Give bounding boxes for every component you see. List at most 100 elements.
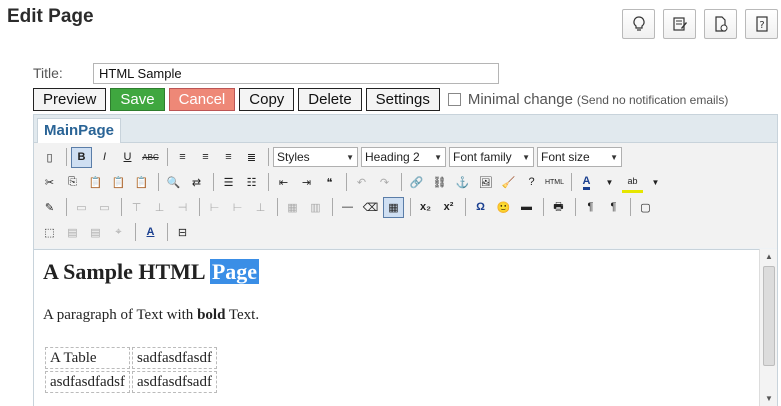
insert-row-before-icon[interactable]: ⊤: [126, 197, 147, 218]
emoticon-icon[interactable]: 🙂: [493, 197, 514, 218]
align-center-icon[interactable]: ≡: [195, 147, 216, 168]
undo-icon[interactable]: ↶: [351, 172, 372, 193]
paste-word-icon[interactable]: 📋: [131, 172, 152, 193]
wysiwyg-editor: MainPage ▯ B I U ABC ≡ ≡ ≡ ≣ Styles ▼ Hea…: [33, 114, 778, 406]
format-select[interactable]: Heading 2 ▼: [361, 147, 446, 167]
text-color-dropdown-icon[interactable]: ▼: [599, 172, 620, 193]
minimal-change-note: (Send no notification emails): [576, 92, 729, 107]
table-row: asdfasdfadsf asdfasdfsadf: [45, 371, 217, 393]
content-table: A Table sadfasdfasdf asdfasdfadsf asdfas…: [43, 345, 219, 395]
image-icon[interactable]: 🖼: [475, 172, 496, 193]
merge-cells-icon[interactable]: ▥: [305, 197, 326, 218]
font-size-select[interactable]: Font size ▼: [537, 147, 622, 167]
document-settings-icon[interactable]: [704, 9, 737, 39]
insert-col-before-icon[interactable]: ⊢: [204, 197, 225, 218]
move-forward-icon[interactable]: ▤: [62, 222, 83, 243]
delete-row-icon[interactable]: ⊣: [172, 197, 193, 218]
action-button-row: Preview Save Cancel Copy Delete Settings…: [33, 88, 728, 111]
remove-format-icon[interactable]: ⌫: [360, 197, 381, 218]
indent-icon[interactable]: ⇥: [296, 172, 317, 193]
horizontal-rule-icon[interactable]: —: [337, 197, 358, 218]
edit-css-icon[interactable]: ✎: [39, 197, 60, 218]
settings-button[interactable]: Settings: [365, 88, 440, 111]
help-editor-icon[interactable]: ?: [521, 172, 542, 193]
superscript-icon[interactable]: x²: [438, 197, 459, 218]
align-left-icon[interactable]: ≡: [172, 147, 193, 168]
paste-icon[interactable]: 📋: [85, 172, 106, 193]
cell-props-icon[interactable]: ▭: [94, 197, 115, 218]
table-cell: sadfasdfasdf: [131, 347, 217, 369]
visual-aid-icon[interactable]: ▦: [383, 196, 404, 218]
print-icon[interactable]: 🖶: [548, 197, 569, 218]
replace-icon[interactable]: ⇄: [186, 172, 207, 193]
styles-select[interactable]: Styles ▼: [273, 147, 358, 167]
text-color-icon[interactable]: A: [576, 172, 597, 193]
align-right-icon[interactable]: ≡: [218, 147, 239, 168]
table-cell: asdfasdfadsf: [45, 371, 130, 393]
lightbulb-icon[interactable]: [622, 9, 655, 39]
table-row: A Table sadfasdfasdf: [45, 347, 217, 369]
style-props-icon[interactable]: A: [140, 222, 161, 243]
editor-scrollbar[interactable]: ▲ ▼: [759, 249, 777, 406]
content-paragraph: A paragraph of Text with bold Text.: [43, 307, 260, 323]
delete-col-icon[interactable]: ⊥: [250, 197, 271, 218]
delete-button[interactable]: Delete: [298, 88, 362, 111]
cut-icon[interactable]: ✂: [39, 172, 60, 193]
help-icon[interactable]: ?: [745, 9, 778, 39]
editor-toolbar: ▯ B I U ABC ≡ ≡ ≡ ≣ Styles ▼ Heading 2 ▼ F…: [34, 143, 777, 248]
italic-icon[interactable]: I: [94, 147, 115, 168]
insert-layer-icon[interactable]: ⬚: [39, 222, 60, 243]
minimal-change-option: Minimal change (Send no notification ema…: [447, 91, 729, 108]
insert-col-after-icon[interactable]: ⊢: [227, 197, 248, 218]
align-justify-icon[interactable]: ≣: [241, 147, 262, 168]
split-cells-icon[interactable]: ▦: [282, 197, 303, 218]
move-backward-icon[interactable]: ▤: [85, 222, 106, 243]
find-icon[interactable]: 🔍: [163, 172, 184, 193]
minimal-change-label: Minimal change: [467, 91, 573, 108]
preview-button[interactable]: Preview: [33, 88, 107, 111]
scroll-down-icon[interactable]: ▼: [765, 394, 773, 403]
cleanup-icon[interactable]: 🧹: [498, 172, 519, 193]
highlight-color-icon[interactable]: ab: [622, 172, 643, 193]
blockquote-icon[interactable]: ❝: [319, 172, 340, 193]
page-title: Edit Page: [7, 6, 94, 27]
editor-content[interactable]: A Sample HTML Page A paragraph of Text w…: [34, 249, 760, 406]
strikethrough-icon[interactable]: ABC: [140, 147, 161, 168]
minimal-change-checkbox[interactable]: [447, 93, 461, 106]
ltr-icon[interactable]: ¶: [580, 197, 601, 218]
media-icon[interactable]: ▬: [516, 197, 537, 218]
underline-icon[interactable]: U: [117, 147, 138, 168]
copy-icon[interactable]: ⎘: [62, 172, 83, 193]
page-break-icon[interactable]: ⊟: [172, 222, 193, 243]
redo-icon[interactable]: ↷: [374, 172, 395, 193]
rtl-icon[interactable]: ¶: [603, 197, 624, 218]
outdent-icon[interactable]: ⇤: [273, 172, 294, 193]
link-icon[interactable]: 🔗: [406, 172, 427, 193]
highlight-color-dropdown-icon[interactable]: ▼: [645, 172, 666, 193]
bullet-list-icon[interactable]: ☰: [218, 172, 239, 193]
copy-button[interactable]: Copy: [239, 88, 295, 111]
html-icon[interactable]: HTML: [544, 172, 565, 193]
cancel-button[interactable]: Cancel: [168, 88, 236, 111]
absolute-icon[interactable]: ⌖: [108, 222, 129, 243]
row-props-icon[interactable]: ▭: [71, 197, 92, 218]
numbered-list-icon[interactable]: ☷: [241, 172, 262, 193]
anchor-icon[interactable]: ⚓: [452, 172, 473, 193]
font-family-select[interactable]: Font family ▼: [449, 147, 534, 167]
unlink-icon[interactable]: ⛓: [429, 172, 450, 193]
scroll-up-icon[interactable]: ▲: [765, 252, 773, 261]
edit-document-icon[interactable]: [663, 9, 696, 39]
subscript-icon[interactable]: x₂: [415, 197, 436, 218]
title-input[interactable]: [93, 63, 499, 84]
new-document-icon[interactable]: ▯: [39, 147, 60, 168]
top-toolbar: ?: [622, 9, 781, 39]
scrollbar-thumb[interactable]: [763, 266, 775, 366]
special-char-icon[interactable]: Ω: [470, 197, 491, 218]
paste-text-icon[interactable]: 📋: [108, 172, 129, 193]
bold-icon[interactable]: B: [71, 146, 92, 168]
fullscreen-icon[interactable]: ▢: [635, 197, 656, 218]
insert-row-after-icon[interactable]: ⊥: [149, 197, 170, 218]
title-label: Title:: [33, 65, 63, 81]
tab-mainpage[interactable]: MainPage: [37, 118, 122, 144]
save-button[interactable]: Save: [110, 88, 165, 111]
